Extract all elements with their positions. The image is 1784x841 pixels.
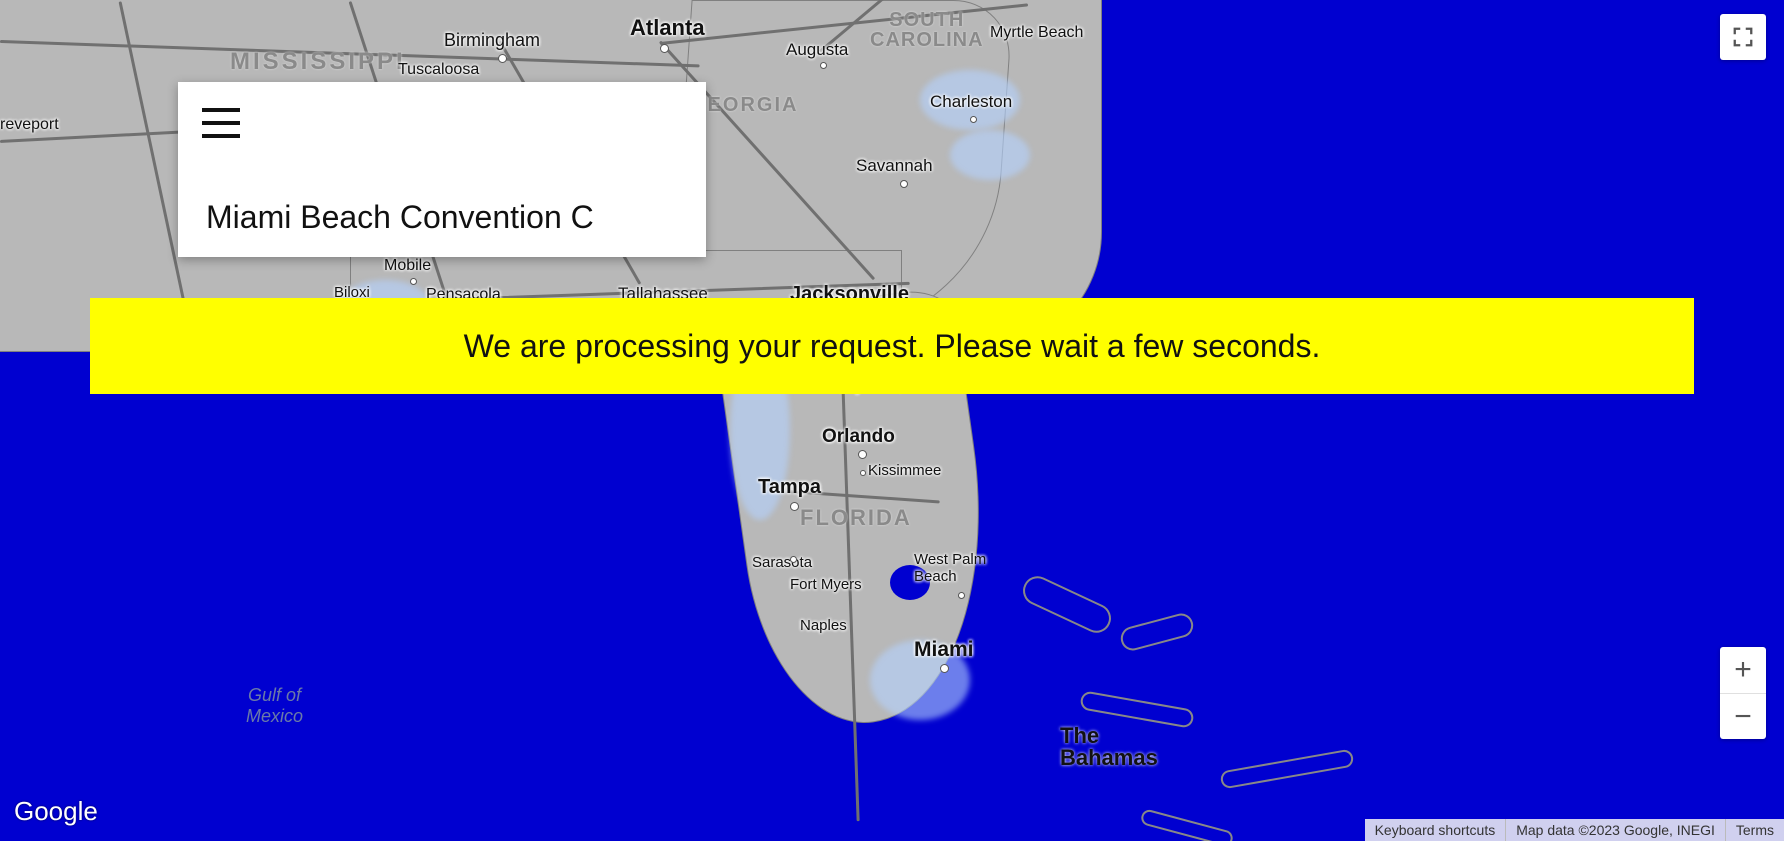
city-label-tampa: Tampa (758, 476, 821, 499)
city-label-charleston: Charleston (930, 92, 1012, 112)
city-dot-kissimmee (860, 470, 866, 476)
landmass-bahamas-1 (1018, 571, 1115, 637)
city-dot-west-palm-beach (958, 592, 965, 599)
google-logo: Google (14, 796, 98, 827)
city-label-myrtle-beach: Myrtle Beach (990, 24, 1083, 42)
city-dot-sarasota (790, 556, 797, 563)
city-label-shreveport: reveport (0, 116, 59, 134)
water-label-gulf: Gulf of Mexico (246, 685, 303, 727)
search-panel (178, 82, 706, 257)
city-label-atlanta: Atlanta (630, 15, 705, 41)
state-label-georgia: GEORGIA (690, 94, 798, 117)
country-label-bahamas: The Bahamas (1060, 725, 1158, 769)
state-label-florida: FLORIDA (800, 505, 912, 531)
map-data-attribution[interactable]: Map data ©2023 Google, INEGI (1505, 819, 1725, 841)
coast-effect (950, 130, 1030, 180)
processing-banner: We are processing your request. Please w… (90, 298, 1694, 394)
city-label-miami: Miami (914, 638, 974, 662)
menu-button[interactable] (202, 108, 240, 140)
map-footer: Keyboard shortcuts Map data ©2023 Google… (1365, 819, 1784, 841)
keyboard-shortcuts-link[interactable]: Keyboard shortcuts (1365, 819, 1506, 841)
landmass-bahamas-5 (1140, 808, 1235, 841)
city-label-naples: Naples (800, 617, 847, 634)
city-dot-tampa (790, 502, 799, 511)
city-dot-birmingham (498, 54, 507, 63)
zoom-out-button[interactable]: − (1720, 694, 1766, 740)
state-label-south-carolina: SOUTH CAROLINA (870, 10, 984, 50)
landmass-bahamas-4 (1219, 749, 1354, 790)
zoom-control: + − (1720, 647, 1766, 739)
city-label-sarasota: Sarasota (752, 554, 812, 571)
city-dot-charleston (970, 116, 977, 123)
city-dot-atlanta (660, 44, 669, 53)
zoom-in-button[interactable]: + (1720, 647, 1766, 694)
map-canvas[interactable]: MISSISSIPPI SOUTH CAROLINA GEORGIA FLORI… (0, 0, 1784, 841)
city-label-kissimmee: Kissimmee (868, 462, 941, 479)
city-label-savannah: Savannah (856, 156, 933, 176)
fullscreen-button[interactable] (1720, 14, 1766, 60)
landmass-bahamas-2 (1118, 611, 1196, 653)
state-label-mississippi: MISSISSIPPI (230, 48, 406, 76)
city-dot-savannah (900, 180, 908, 188)
city-label-birmingham: Birmingham (444, 30, 540, 51)
city-dot-miami (940, 664, 949, 673)
city-dot-mobile (410, 278, 417, 285)
city-dot-orlando (858, 450, 867, 459)
fullscreen-icon (1732, 26, 1754, 48)
city-dot-augusta (820, 62, 827, 69)
city-label-fort-myers: Fort Myers (790, 576, 862, 593)
city-label-tuscaloosa: Tuscaloosa (398, 61, 479, 79)
city-label-mobile: Mobile (384, 257, 431, 275)
city-label-orlando: Orlando (822, 426, 895, 448)
hamburger-icon (202, 108, 240, 138)
city-label-augusta: Augusta (786, 40, 848, 60)
city-label-west-palm-beach: West Palm Beach (914, 552, 986, 585)
terms-link[interactable]: Terms (1725, 819, 1784, 841)
search-input[interactable] (204, 198, 688, 237)
